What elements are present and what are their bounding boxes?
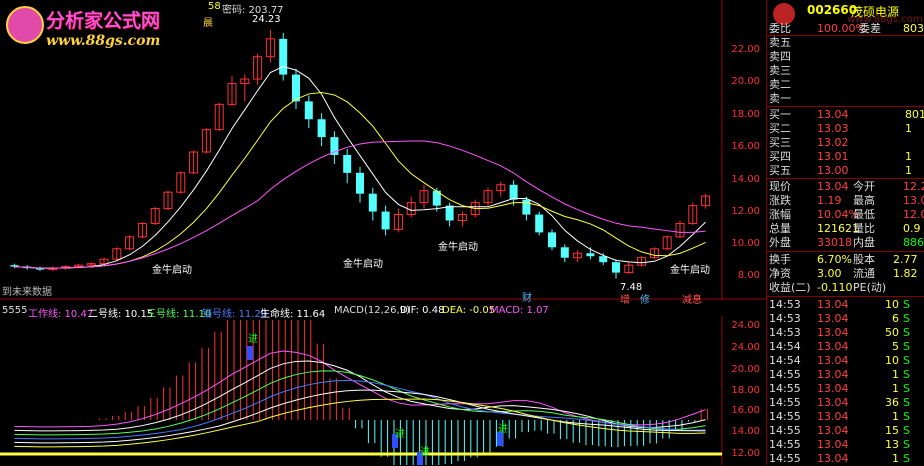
price-axis-label: 14.00 <box>731 174 760 185</box>
macd-title[interactable]: MACD(12,26,9) <box>334 305 410 316</box>
candle-body <box>560 247 569 258</box>
indicator-axis-label: 24.00 <box>731 320 760 331</box>
indicator-axis-label: 20.00 <box>731 364 760 375</box>
candle-body <box>599 256 608 263</box>
signal-jin-1: 进 <box>248 334 258 345</box>
indicator-line <box>14 350 706 428</box>
candle-body <box>522 199 531 215</box>
price-axis-label: 12.00 <box>731 206 760 217</box>
annotation-jinniu-4: 金牛启动 <box>670 265 710 276</box>
indicator-axis-label: 12.00 <box>731 448 760 459</box>
candle-body <box>343 154 352 173</box>
candle-body <box>317 119 326 138</box>
high-price-label: 24.23 <box>252 14 281 25</box>
annotation-jinniu-3: 金牛启动 <box>438 242 478 253</box>
indicator-axis-label: 18.00 <box>731 385 760 396</box>
candle-body <box>509 184 518 200</box>
macd-value: MACD: 1.07 <box>490 305 549 316</box>
price-axis-label: 22.00 <box>731 44 760 55</box>
candle-body <box>535 214 544 233</box>
indicator-line <box>14 360 706 432</box>
candle-body <box>292 74 300 102</box>
price-axis-label: 10.00 <box>731 238 760 249</box>
signal-jin-3: 进 <box>420 447 430 458</box>
candle-body <box>586 253 595 257</box>
candle-body <box>279 38 288 75</box>
quote-panel: 002660 茂硕电源 www.88gs.com 委比 100.00% 委差 8… <box>766 0 924 465</box>
indicator-chart[interactable] <box>0 316 766 465</box>
annotation-jinniu-2: 金牛启动 <box>343 259 383 270</box>
price-axis-label: 18.00 <box>731 109 760 120</box>
candle-body <box>548 232 556 248</box>
price-axis-label: 8.00 <box>737 270 760 281</box>
event-tag-jianxi[interactable]: 减息 <box>682 291 702 306</box>
annotation-jinniu-1: 金牛启动 <box>152 265 192 276</box>
signal-marker <box>247 346 253 360</box>
event-tag-cai[interactable]: 财 <box>522 289 532 304</box>
candle-body <box>304 101 313 120</box>
indicator-line <box>14 389 706 444</box>
signal-jin-4: 进 <box>498 424 508 435</box>
candlestick-chart[interactable] <box>0 0 766 300</box>
future-data-label: 到未来数据 <box>2 287 52 298</box>
price-axis-label: 20.00 <box>731 76 760 87</box>
event-tag-zeng[interactable]: 增 <box>620 291 630 306</box>
candle-body <box>445 205 454 221</box>
indicator-axis-label: 24.00 <box>731 342 760 353</box>
indicator-axis-label: 16.00 <box>731 405 760 416</box>
candle-body <box>612 262 620 273</box>
signal-jin-2: 进 <box>395 429 405 440</box>
indicator-name[interactable]: 5555 <box>2 305 27 316</box>
price-axis-label: 16.00 <box>731 141 760 152</box>
event-tag-xiu[interactable]: 修 <box>640 291 650 306</box>
candle-body <box>368 193 377 212</box>
indicator-axis-label: 14.00 <box>731 426 760 437</box>
macd-dif: DIF: 0.48 <box>400 305 445 316</box>
macd-dea: DEA: -0.05 <box>442 305 496 316</box>
indicator-line <box>14 398 706 448</box>
candle-body <box>356 172 364 194</box>
indicator-line <box>14 379 706 440</box>
candle-body <box>381 211 390 230</box>
